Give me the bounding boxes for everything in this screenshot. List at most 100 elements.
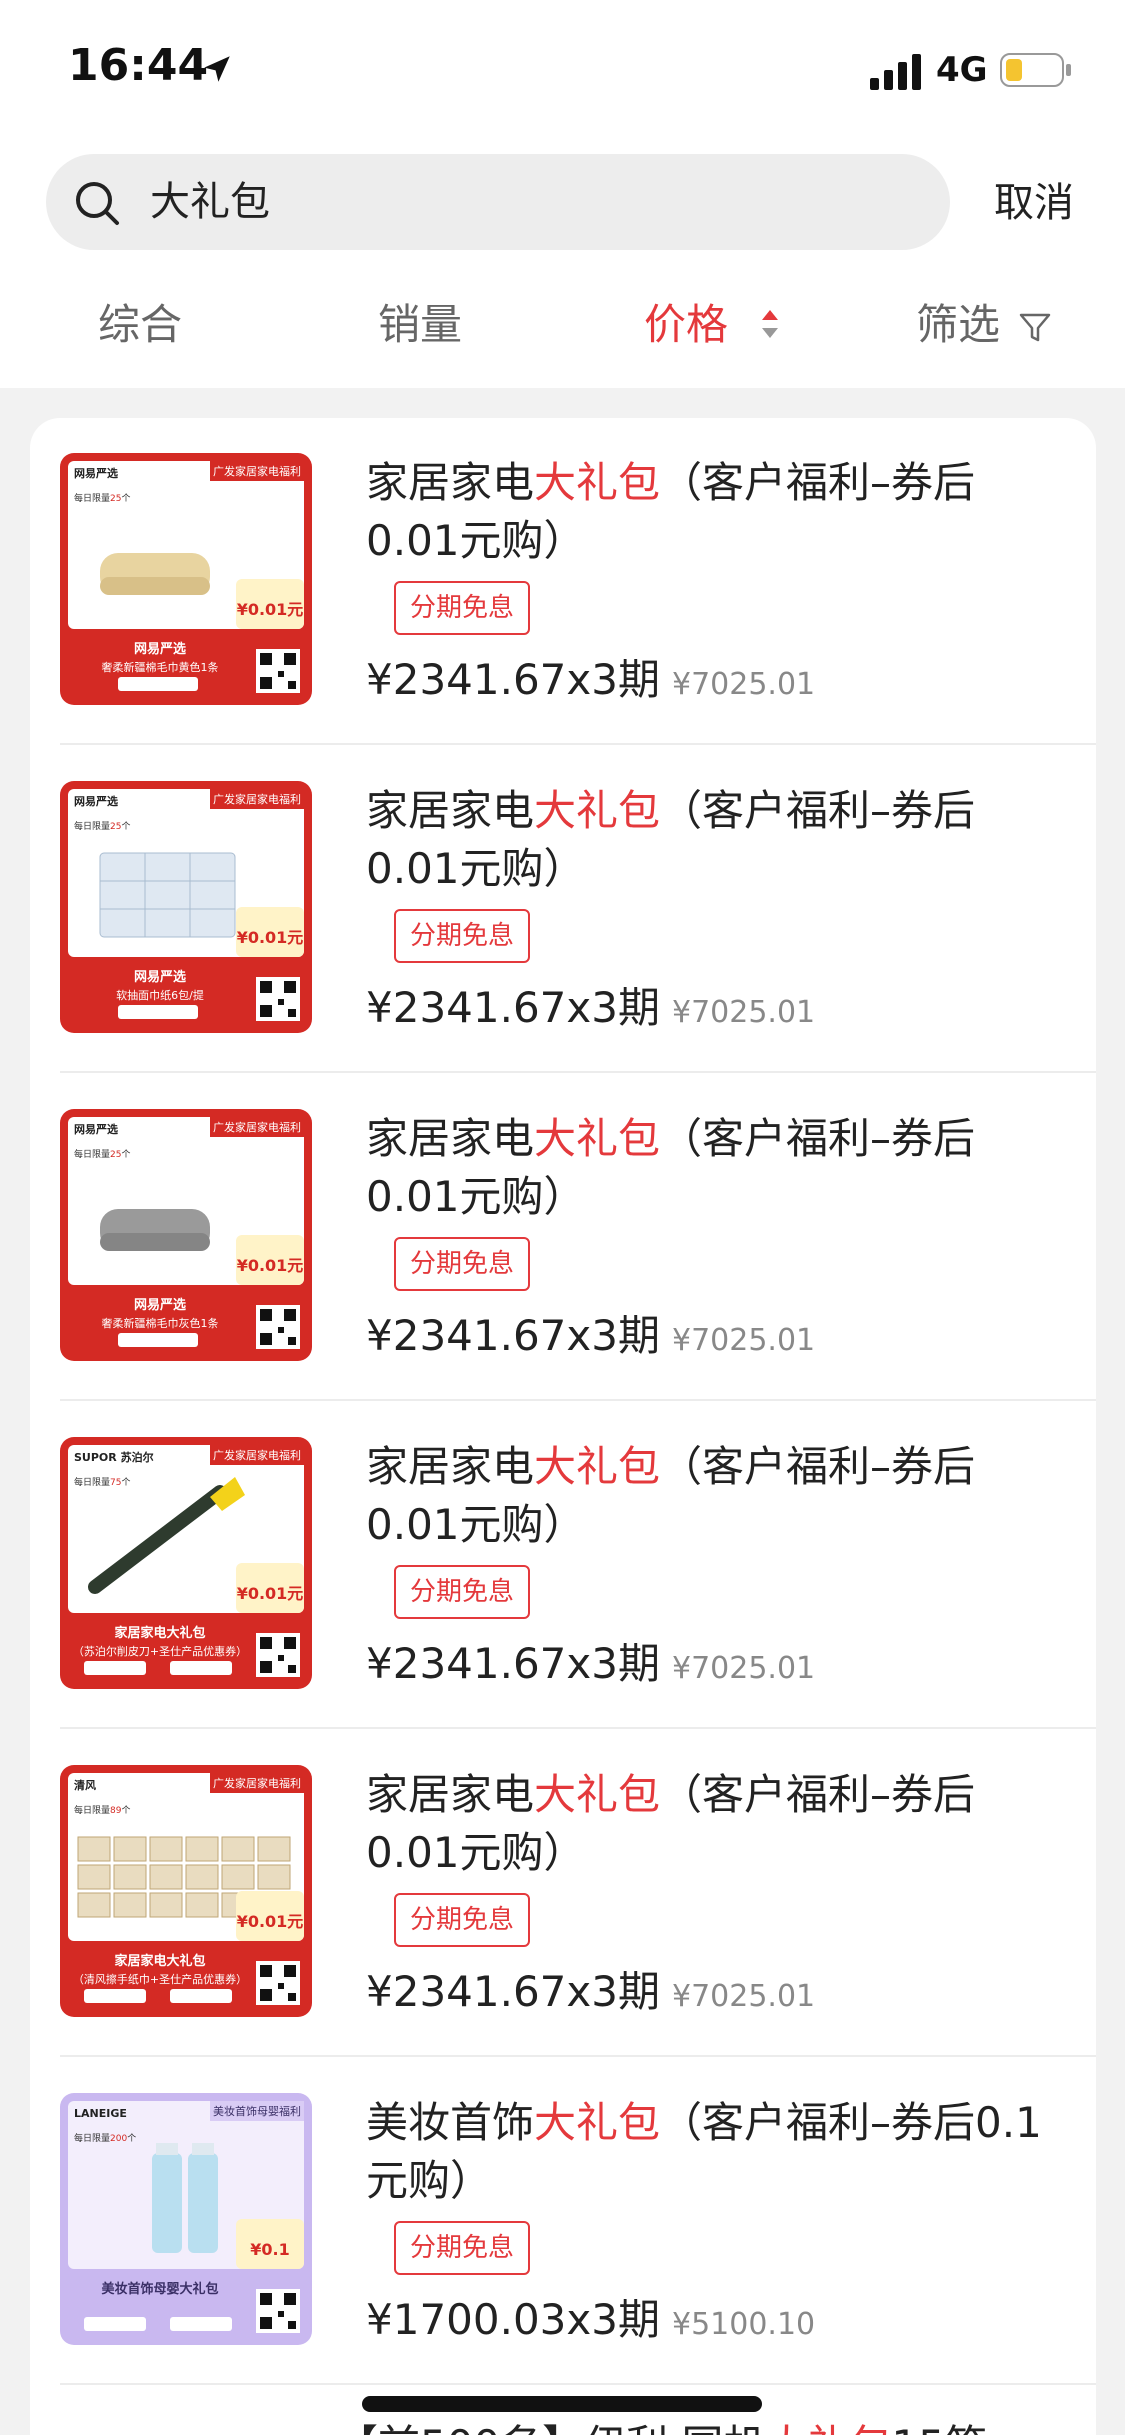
price-row: ¥1700.03x3期 ¥5100.10 [366, 2286, 815, 2347]
product-image-art: 广发家居家电福利 SUPOR 苏泊尔 每日限量75个 ¥0.01元 家居家电大礼… [60, 1437, 312, 1689]
thumb-sub: 软抽面巾纸6包/提 [116, 988, 204, 1002]
installment-price: ¥1700.03x3期 [366, 2295, 660, 2344]
network-type: 4G [936, 50, 988, 90]
thumb-coupon-price: ¥0.01元 [237, 928, 304, 947]
partial-list-item[interactable]: 【前500名】伊利 国机大礼包15箱 [336, 2412, 987, 2435]
filter-icon[interactable] [1018, 310, 1052, 344]
thumb-limit: 每日限量25个 [74, 1148, 130, 1160]
thumb-name: 家居家电大礼包 [114, 1625, 205, 1641]
cancel-button[interactable]: 取消 [994, 170, 1074, 228]
peek-title-highlight: 大礼包 [766, 2421, 892, 2435]
thumb-sub: 奢柔新疆棉毛巾黄色1条 [102, 660, 219, 674]
title-pre: 家居家电 [366, 1442, 535, 1491]
original-price: ¥5100.10 [671, 2307, 816, 2342]
thumb-ribbon: 广发家居家电福利 [213, 464, 301, 478]
title-highlight: 大礼包 [534, 1770, 661, 1819]
list-item[interactable]: 广发家居家电福利 清风 每日限量89个 ¥0.01元 家居家电大礼包 （清风擦手… [60, 1730, 1096, 2057]
thumb-brand: LANEIGE [74, 2107, 127, 2120]
original-price: ¥7025.01 [671, 995, 816, 1030]
product-image[interactable]: 广发家居家电福利 SUPOR 苏泊尔 每日限量75个 ¥0.01元 家居家电大礼… [60, 1437, 312, 1689]
thumb-coupon-price: ¥0.1 [250, 2240, 289, 2259]
product-title[interactable]: 家居家电大礼包（客户福利–券后0.01元购） [366, 1110, 1066, 1226]
price-row: ¥2341.67x3期 ¥7025.01 [366, 646, 815, 707]
product-title[interactable]: 家居家电大礼包（客户福利–券后0.01元购） [366, 1438, 1066, 1554]
installment-tag: 分期免息 [394, 1565, 531, 1619]
original-price: ¥7025.01 [671, 1979, 816, 2014]
battery-icon [1000, 53, 1071, 87]
thumb-limit: 每日限量25个 [74, 492, 130, 504]
title-pre: 美妆首饰 [366, 2098, 535, 2147]
thumb-name: 网易严选 [134, 969, 186, 985]
sort-caret-icon[interactable] [760, 306, 780, 342]
product-image-art: 美妆首饰母婴福利 LANEIGE 每日限量200个 ¥0.1 美妆首饰母婴大礼包 [60, 2093, 312, 2345]
tab-sales[interactable]: 销量 [378, 290, 462, 360]
thumb-sub: 奢柔新疆棉毛巾灰色1条 [102, 1316, 219, 1330]
thumb-coupon-price: ¥0.01元 [237, 600, 304, 619]
title-pre: 家居家电 [366, 1770, 535, 1819]
product-image[interactable]: 美妆首饰母婴福利 LANEIGE 每日限量200个 ¥0.1 美妆首饰母婴大礼包 [60, 2093, 312, 2345]
installment-tag: 分期免息 [394, 909, 531, 963]
tab-comprehensive[interactable]: 综合 [98, 290, 182, 360]
tab-filter[interactable]: 筛选 [916, 290, 1000, 360]
cellular-signal-icon [870, 54, 921, 90]
original-price: ¥7025.01 [671, 1323, 816, 1358]
installment-tag: 分期免息 [394, 1237, 531, 1291]
thumb-coupon-price: ¥0.01元 [237, 1256, 304, 1275]
product-image[interactable]: 广发家居家电福利 网易严选 每日限量25个 ¥0.01元 网易严选 奢柔新疆棉毛… [60, 1109, 312, 1361]
installment-tag: 分期免息 [394, 1893, 531, 1947]
product-image[interactable]: 广发家居家电福利 网易严选 每日限量25个 ¥0.01元 网易严选 软抽面巾纸6… [60, 781, 312, 1033]
thumb-coupon-price: ¥0.01元 [237, 1584, 304, 1603]
product-image[interactable]: 广发家居家电福利 网易严选 每日限量25个 ¥0.01元 网易严选 奢柔新疆棉毛… [60, 453, 312, 705]
search-input[interactable] [150, 154, 910, 250]
list-item[interactable]: 广发家居家电福利 网易严选 每日限量25个 ¥0.01元 网易严选 奢柔新疆棉毛… [60, 1074, 1096, 1401]
product-image[interactable]: 广发家居家电福利 清风 每日限量89个 ¥0.01元 家居家电大礼包 （清风擦手… [60, 1765, 312, 2017]
home-indicator[interactable] [362, 2396, 762, 2412]
thumb-coupon-price: ¥0.01元 [237, 1912, 304, 1931]
thumb-brand: 网易严选 [74, 794, 118, 808]
peek-title-pre: 【前500名】伊利 国机 [336, 2421, 766, 2435]
title-highlight: 大礼包 [534, 458, 661, 507]
thumb-limit: 每日限量75个 [74, 1476, 130, 1488]
list-item[interactable]: 广发家居家电福利 网易严选 每日限量25个 ¥0.01元 网易严选 奢柔新疆棉毛… [60, 418, 1096, 745]
title-highlight: 大礼包 [534, 2098, 661, 2147]
status-time: 16:44 [68, 40, 209, 91]
status-bar: 16:44 4G [0, 0, 1125, 140]
title-pre: 家居家电 [366, 1114, 535, 1163]
tab-price[interactable]: 价格 [644, 290, 728, 360]
list-item[interactable]: 广发家居家电福利 网易严选 每日限量25个 ¥0.01元 网易严选 软抽面巾纸6… [60, 746, 1096, 1073]
thumb-limit: 每日限量200个 [74, 2132, 136, 2144]
original-price: ¥7025.01 [671, 1651, 816, 1686]
price-row: ¥2341.67x3期 ¥7025.01 [366, 1958, 815, 2019]
product-image-art: 广发家居家电福利 网易严选 每日限量25个 ¥0.01元 网易严选 软抽面巾纸6… [60, 781, 312, 1033]
installment-price: ¥2341.67x3期 [366, 1311, 660, 1360]
installment-price: ¥2341.67x3期 [366, 1639, 660, 1688]
product-title[interactable]: 美妆首饰大礼包（客户福利–券后0.1元购） [366, 2094, 1066, 2210]
title-pre: 家居家电 [366, 458, 535, 507]
product-title[interactable]: 家居家电大礼包（客户福利–券后0.01元购） [366, 1766, 1066, 1882]
original-price: ¥7025.01 [671, 667, 816, 702]
price-row: ¥2341.67x3期 ¥7025.01 [366, 1630, 815, 1691]
title-highlight: 大礼包 [534, 1442, 661, 1491]
list-item[interactable]: 广发家居家电福利 SUPOR 苏泊尔 每日限量75个 ¥0.01元 家居家电大礼… [60, 1402, 1096, 1729]
search-icon [76, 182, 119, 225]
title-highlight: 大礼包 [534, 786, 661, 835]
thumb-brand: SUPOR 苏泊尔 [74, 1450, 154, 1464]
header: 16:44 4G 取消 综合 销量 价格 筛选 [0, 0, 1125, 388]
search-bar[interactable] [46, 154, 950, 250]
thumb-sub: （清风擦手纸巾+圣仕产品优惠券） [73, 1972, 247, 1986]
thumb-ribbon: 广发家居家电福利 [213, 1448, 301, 1462]
thumb-brand: 清风 [74, 1778, 96, 1792]
title-pre: 家居家电 [366, 786, 535, 835]
product-title[interactable]: 家居家电大礼包（客户福利–券后0.01元购） [366, 454, 1066, 570]
installment-price: ¥2341.67x3期 [366, 655, 660, 704]
installment-tag: 分期免息 [394, 581, 531, 635]
installment-price: ¥2341.67x3期 [366, 983, 660, 1032]
list-item[interactable]: 美妆首饰母婴福利 LANEIGE 每日限量200个 ¥0.1 美妆首饰母婴大礼包… [60, 2058, 1096, 2385]
title-highlight: 大礼包 [534, 1114, 661, 1163]
price-row: ¥2341.67x3期 ¥7025.01 [366, 974, 815, 1035]
installment-price: ¥2341.67x3期 [366, 1967, 660, 2016]
thumb-ribbon: 广发家居家电福利 [213, 792, 301, 806]
price-row: ¥2341.67x3期 ¥7025.01 [366, 1302, 815, 1363]
product-title[interactable]: 家居家电大礼包（客户福利–券后0.01元购） [366, 782, 1066, 898]
product-image-art: 广发家居家电福利 网易严选 每日限量25个 ¥0.01元 网易严选 奢柔新疆棉毛… [60, 453, 312, 705]
